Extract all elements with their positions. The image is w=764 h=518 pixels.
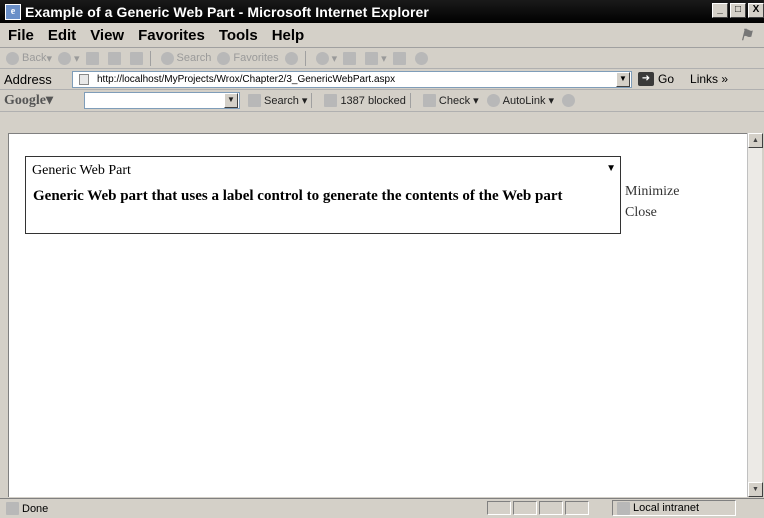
back-button[interactable]: Back ▾ (6, 51, 52, 65)
spell-check-icon (422, 94, 436, 107)
google-search-icon (248, 94, 261, 107)
google-search-dropdown[interactable]: ▼ (224, 93, 238, 108)
close-button[interactable]: X (748, 3, 764, 18)
history-icon (284, 51, 298, 65)
window-controls: _ □ X (712, 3, 764, 18)
discuss-button[interactable] (392, 51, 409, 65)
status-bar: Done Local intranet (0, 498, 764, 518)
address-label: Address (4, 71, 52, 87)
popup-blocker-icon (324, 94, 338, 107)
toolbar-separator (311, 93, 313, 108)
close-verb[interactable]: Close (625, 202, 679, 223)
address-bar: Address http://localhost/MyProjects/Wrox… (0, 69, 764, 90)
go-button[interactable]: ➜ Go (638, 72, 674, 86)
scroll-down-button[interactable]: ▼ (748, 482, 763, 497)
toolbar-separator (409, 93, 411, 108)
refresh-icon (107, 51, 121, 65)
status-pane (539, 501, 563, 515)
scroll-up-button[interactable]: ▲ (748, 133, 763, 148)
vertical-scrollbar[interactable]: ▲ ▼ (747, 133, 763, 497)
back-arrow-icon (6, 51, 19, 65)
print-button[interactable] (343, 51, 359, 65)
status-text: Done (22, 502, 49, 515)
web-part-title: Generic Web Part (32, 163, 131, 178)
status-pane (487, 501, 511, 515)
forward-button[interactable]: ▾ (58, 51, 80, 65)
forward-arrow-icon (58, 51, 71, 65)
word-icon (365, 51, 379, 65)
menu-file[interactable]: File (8, 27, 34, 44)
status-panes (487, 501, 591, 515)
browser-window: e Example of a Generic Web Part - Micros… (0, 0, 764, 518)
intranet-icon (617, 501, 630, 515)
minimize-button[interactable]: _ (712, 3, 728, 18)
messenger-icon (414, 51, 428, 65)
web-part-verb-menu: Minimize Close (625, 181, 679, 223)
favorites-button[interactable]: Favorites (217, 51, 279, 65)
toolbar-separator (149, 50, 151, 66)
address-url: http://localhost/MyProjects/Wrox/Chapter… (97, 73, 396, 85)
star-icon (217, 51, 231, 65)
maximize-button[interactable]: □ (730, 3, 746, 18)
status-pane (513, 501, 537, 515)
status-text-group: Done (6, 502, 48, 515)
ie-app-icon: e (5, 3, 21, 20)
mail-button[interactable]: ▾ (315, 51, 337, 65)
home-button[interactable] (129, 51, 146, 65)
page-done-icon (6, 502, 19, 515)
menu-bar: File Edit View Favorites Tools Help (0, 23, 764, 48)
menu-edit[interactable]: Edit (48, 27, 76, 44)
print-icon (343, 51, 357, 65)
menu-favorites[interactable]: Favorites (138, 27, 205, 44)
autolink-icon (486, 94, 500, 107)
generic-web-part: Generic Web Part ▼ Generic Web part that… (25, 156, 621, 234)
search-icon (160, 51, 174, 65)
refresh-button[interactable] (107, 51, 124, 65)
home-icon (129, 51, 143, 65)
history-button[interactable] (284, 51, 301, 65)
minimize-verb[interactable]: Minimize (625, 181, 679, 202)
windows-logo-icon: ⚑ (739, 27, 753, 44)
messenger-button[interactable] (414, 51, 431, 65)
web-part-label: Generic Web part that uses a label contr… (33, 188, 563, 204)
menu-tools[interactable]: Tools (219, 27, 258, 44)
address-input[interactable]: http://localhost/MyProjects/Wrox/Chapter… (72, 70, 632, 88)
stop-icon (85, 51, 99, 65)
security-zone: Local intranet (612, 500, 736, 516)
google-toolbar: Google▾ ▼ Search ▾ 1387 blocked Check ▾ … (0, 90, 764, 112)
web-part-verbs-button[interactable]: ▼ (606, 163, 616, 174)
title-bar: e Example of a Generic Web Part - Micros… (0, 0, 764, 23)
menu-view[interactable]: View (90, 27, 124, 44)
google-logo-button[interactable]: Google▾ (4, 92, 84, 109)
status-pane (565, 501, 589, 515)
toolbar-separator (304, 50, 306, 66)
autolink-button[interactable]: AutoLink ▾ (486, 94, 554, 107)
popup-blocker-button[interactable]: 1387 blocked (324, 94, 406, 107)
go-arrow-icon: ➜ (638, 72, 654, 86)
page-icon (79, 73, 89, 85)
stop-button[interactable] (85, 51, 102, 65)
edit-button[interactable]: ▾ (365, 51, 387, 65)
google-search-input[interactable]: ▼ (84, 92, 240, 109)
window-title: Example of a Generic Web Part - Microsof… (25, 3, 429, 20)
search-button[interactable]: Search (160, 51, 211, 65)
google-search-button[interactable]: Search ▾ (248, 94, 307, 107)
mail-icon (315, 51, 329, 65)
address-dropdown-button[interactable]: ▼ (616, 71, 630, 87)
links-button[interactable]: Links » (690, 72, 728, 86)
discuss-icon (392, 51, 406, 65)
standard-toolbar: Back ▾ ▾ Search Favorites ▾ ▾ (0, 48, 764, 69)
spell-check-button[interactable]: Check ▾ (422, 94, 479, 107)
menu-help[interactable]: Help (272, 27, 305, 44)
pencil-icon (562, 94, 576, 107)
autofill-button[interactable] (562, 94, 578, 107)
